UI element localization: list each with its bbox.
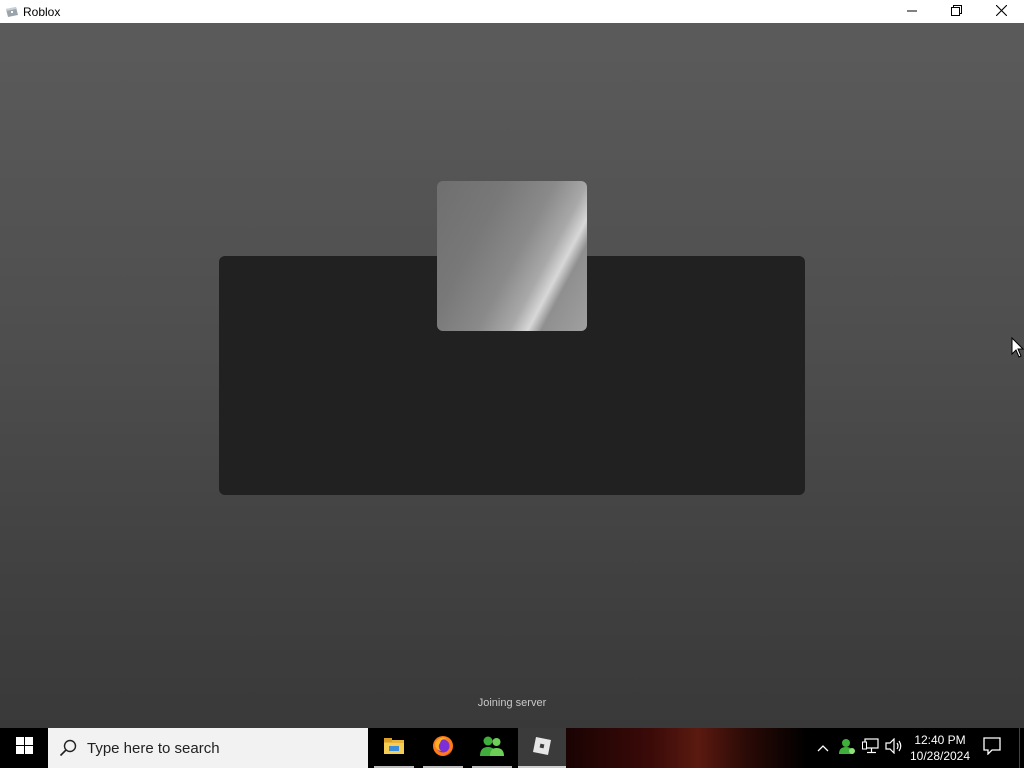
roblox-icon xyxy=(531,735,553,762)
minimize-icon xyxy=(906,3,917,21)
search-icon xyxy=(59,739,77,757)
window-titlebar[interactable]: Roblox xyxy=(0,0,1024,23)
taskbar-app-roblox[interactable] xyxy=(518,728,566,768)
search-placeholder: Type here to search xyxy=(87,739,220,757)
close-icon xyxy=(995,3,1008,21)
game-viewport[interactable]: Joining server xyxy=(0,23,1024,728)
taskbar-clock[interactable]: 12:40 PM 10/28/2024 xyxy=(906,728,974,768)
mouse-cursor-icon xyxy=(1011,336,1024,359)
window-title: Roblox xyxy=(23,4,61,19)
action-center-button[interactable] xyxy=(976,728,1008,768)
start-button[interactable] xyxy=(0,728,48,768)
volume-icon xyxy=(885,737,903,759)
taskbar-app-people[interactable] xyxy=(468,728,516,768)
chevron-up-icon xyxy=(817,739,829,757)
minimize-button[interactable] xyxy=(889,0,934,23)
user-status-icon xyxy=(838,737,856,760)
taskbar-app-firefox[interactable] xyxy=(419,728,467,768)
tray-volume[interactable] xyxy=(883,728,905,768)
show-desktop-button[interactable] xyxy=(1019,728,1024,768)
tray-network[interactable] xyxy=(860,728,882,768)
clock-time: 12:40 PM xyxy=(914,733,966,747)
restore-icon xyxy=(951,3,962,21)
taskbar: Type here to search 12:40 PM 10/28/2024 xyxy=(0,728,1024,768)
tray-overflow-button[interactable] xyxy=(812,728,834,768)
notification-icon xyxy=(983,736,1001,760)
taskbar-search-box[interactable]: Type here to search xyxy=(48,728,368,768)
folder-icon xyxy=(383,737,405,760)
taskbar-background xyxy=(566,728,806,768)
window-controls xyxy=(889,0,1024,23)
restore-button[interactable] xyxy=(934,0,979,23)
taskbar-app-file-explorer[interactable] xyxy=(370,728,418,768)
firefox-icon xyxy=(431,734,455,763)
network-icon xyxy=(862,737,880,759)
roblox-window-icon xyxy=(4,4,20,20)
close-button[interactable] xyxy=(979,0,1024,23)
tray-user-status[interactable] xyxy=(836,728,858,768)
game-thumbnail-placeholder xyxy=(437,181,587,331)
people-icon xyxy=(479,735,505,762)
loading-status: Joining server xyxy=(477,697,547,709)
clock-date: 10/28/2024 xyxy=(909,749,971,763)
windows-logo-icon xyxy=(15,737,33,759)
